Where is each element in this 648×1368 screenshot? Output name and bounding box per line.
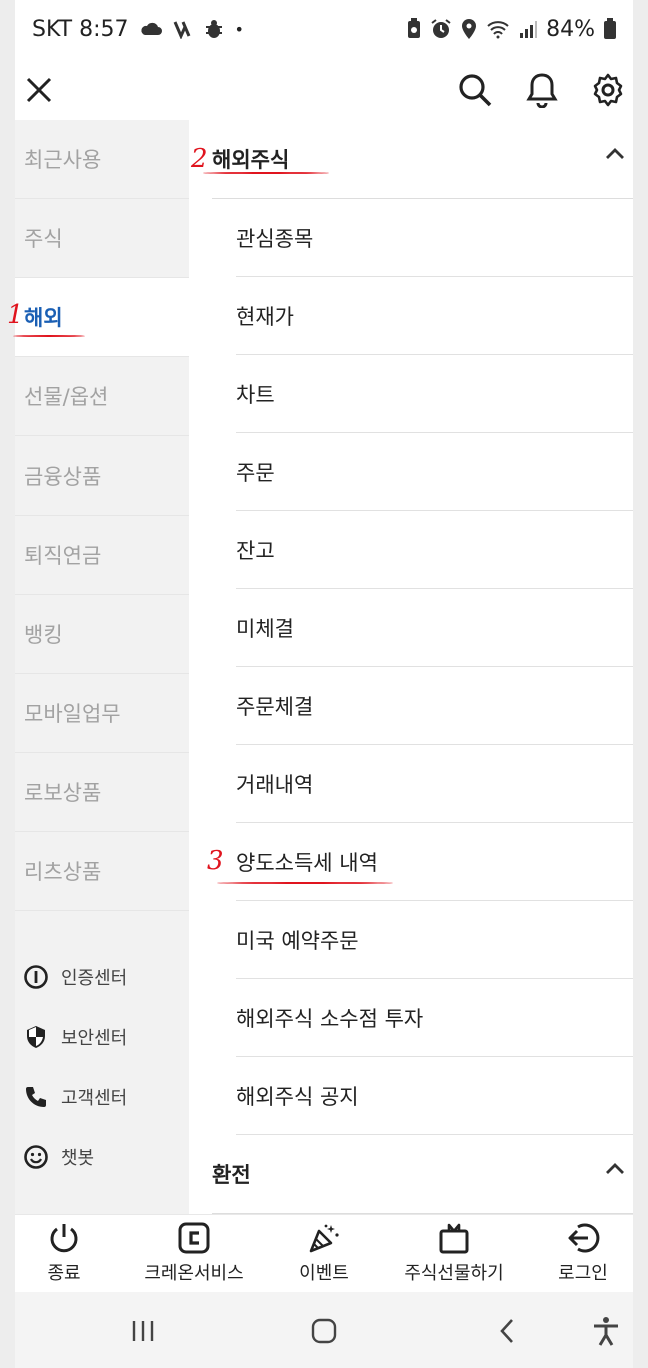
section-exchange-header[interactable]: 환전	[212, 1135, 633, 1214]
submenu-watchlist[interactable]: 관심종목	[236, 199, 633, 277]
smiley-icon	[24, 1145, 48, 1169]
util-chatbot-label: 챗봇	[61, 1148, 95, 1169]
annotation-2-underline	[203, 172, 329, 174]
cloud-icon	[140, 22, 162, 35]
util-cert-label: 인증센터	[61, 968, 128, 989]
back-button[interactable]	[487, 1314, 527, 1348]
settings-button[interactable]	[584, 66, 632, 114]
left-category-menu: 최근사용 주식 해외 선물/옵션 금융상품 퇴직연금 뱅킹 모바일업무 로보상품…	[15, 120, 189, 1214]
recent-apps-icon	[132, 1321, 154, 1341]
accessibility-button[interactable]	[586, 1314, 626, 1348]
category-financial-products[interactable]: 금융상품	[15, 437, 189, 516]
submenu-fractional-investing[interactable]: 해외주식 소수점 투자	[236, 979, 633, 1057]
bug-icon	[205, 20, 222, 38]
tab-event-label: 이벤트	[299, 1263, 349, 1284]
signal-icon	[520, 21, 538, 38]
tab-creon-label: 크레온서비스	[144, 1263, 244, 1284]
search-button[interactable]	[451, 66, 499, 114]
bell-icon	[526, 73, 558, 108]
annotation-3: 3	[207, 846, 224, 876]
battery-icon	[604, 18, 616, 39]
submenu-capital-gains-tax[interactable]: 양도소득세 내역	[236, 823, 633, 901]
tab-exit[interactable]: 종료	[4, 1221, 124, 1285]
util-customer-label: 고객센터	[61, 1088, 128, 1109]
category-robo[interactable]: 로보상품	[15, 753, 189, 832]
annotation-1: 1	[7, 300, 24, 330]
submenu-chart[interactable]: 차트	[236, 355, 633, 433]
submenu-current-price[interactable]: 현재가	[236, 277, 633, 355]
creon-icon	[178, 1222, 210, 1254]
annotation-2: 2	[191, 144, 208, 174]
power-icon	[50, 1224, 78, 1253]
notification-dot: •	[234, 19, 244, 39]
screen-frame-right	[633, 0, 648, 1368]
submenu-order-execution[interactable]: 주문체결	[236, 667, 633, 745]
chevron-up-icon	[606, 1163, 624, 1174]
tab-gift-stock[interactable]: 주식선물하기	[394, 1221, 514, 1285]
section-exchange-title: 환전	[212, 1163, 251, 1187]
screen-frame-left	[0, 0, 15, 1368]
notification-button[interactable]	[518, 66, 566, 114]
tab-gift-label: 주식선물하기	[404, 1263, 504, 1284]
util-cert-center[interactable]: 인증센터	[15, 947, 189, 1007]
category-reits[interactable]: 리츠상품	[15, 832, 189, 911]
gift-icon	[439, 1223, 469, 1254]
category-stock[interactable]: 주식	[15, 199, 189, 278]
category-pension[interactable]: 퇴직연금	[15, 516, 189, 595]
close-button[interactable]	[15, 66, 63, 114]
section-overseas-stock-title: 해외주식	[212, 148, 290, 172]
home-button[interactable]	[304, 1314, 344, 1348]
annotation-3-underline	[217, 882, 393, 884]
location-icon	[462, 19, 477, 39]
back-icon	[500, 1319, 513, 1343]
wifi-icon	[487, 21, 509, 39]
shield-icon	[27, 1026, 45, 1048]
gear-icon	[593, 73, 623, 107]
phone-screen: SKT 8:57 • 84% 최근사용 주식 해외 선물/옵션 금융상품 퇴직연…	[7, 0, 633, 1368]
status-bar: SKT 8:57 • 84%	[15, 0, 633, 58]
tab-creon-service[interactable]: 크레온서비스	[134, 1221, 254, 1285]
carrier-time: SKT 8:57	[32, 16, 129, 42]
section-overseas-stock-header[interactable]: 해외주식	[212, 120, 633, 199]
tab-exit-label: 종료	[47, 1263, 81, 1284]
util-security-label: 보안센터	[61, 1028, 128, 1049]
submenu-us-reservation-order[interactable]: 미국 예약주문	[236, 901, 633, 979]
recent-apps-button[interactable]	[123, 1314, 163, 1348]
close-icon	[26, 77, 52, 103]
submenu-order[interactable]: 주문	[236, 433, 633, 511]
tab-login-label: 로그인	[558, 1263, 608, 1284]
category-banking[interactable]: 뱅킹	[15, 595, 189, 674]
submenu-overseas-notice[interactable]: 해외주식 공지	[236, 1057, 633, 1135]
party-icon	[309, 1224, 339, 1253]
util-customer-center[interactable]: 고객센터	[15, 1067, 189, 1127]
battery-percent: 84%	[546, 16, 595, 42]
accessibility-icon	[594, 1317, 618, 1346]
home-icon	[311, 1318, 337, 1344]
phone-icon	[26, 1087, 46, 1107]
category-mobile-work[interactable]: 모바일업무	[15, 674, 189, 753]
bottom-tab-bar: 종료 크레온서비스 이벤트 주식선물하기 로그인	[15, 1214, 633, 1292]
tab-event[interactable]: 이벤트	[264, 1221, 384, 1285]
category-overseas[interactable]: 해외	[15, 278, 189, 357]
search-icon	[459, 74, 492, 107]
submenu-transaction-history[interactable]: 거래내역	[236, 745, 633, 823]
system-nav-bar	[15, 1292, 633, 1368]
cert-icon	[24, 965, 48, 989]
tab-login[interactable]: 로그인	[523, 1221, 643, 1285]
vpn-icon	[173, 21, 190, 39]
alarm-icon	[431, 19, 451, 38]
login-icon	[568, 1223, 600, 1253]
util-chatbot[interactable]: 챗봇	[15, 1127, 189, 1187]
category-futures-options[interactable]: 선물/옵션	[15, 357, 189, 436]
battery-saver-icon	[408, 18, 421, 38]
chevron-up-icon	[606, 148, 624, 159]
submenu-unfilled[interactable]: 미체결	[236, 589, 633, 667]
category-recent[interactable]: 최근사용	[15, 120, 189, 199]
annotation-1-underline	[13, 335, 85, 337]
submenu-balance[interactable]: 잔고	[236, 511, 633, 589]
submenu-panel: 해외주식 관심종목 현재가 차트 주문 잔고 미체결 주문체결 거래내역 양도소…	[189, 120, 633, 1214]
top-header	[15, 58, 633, 120]
util-security-center[interactable]: 보안센터	[15, 1007, 189, 1067]
